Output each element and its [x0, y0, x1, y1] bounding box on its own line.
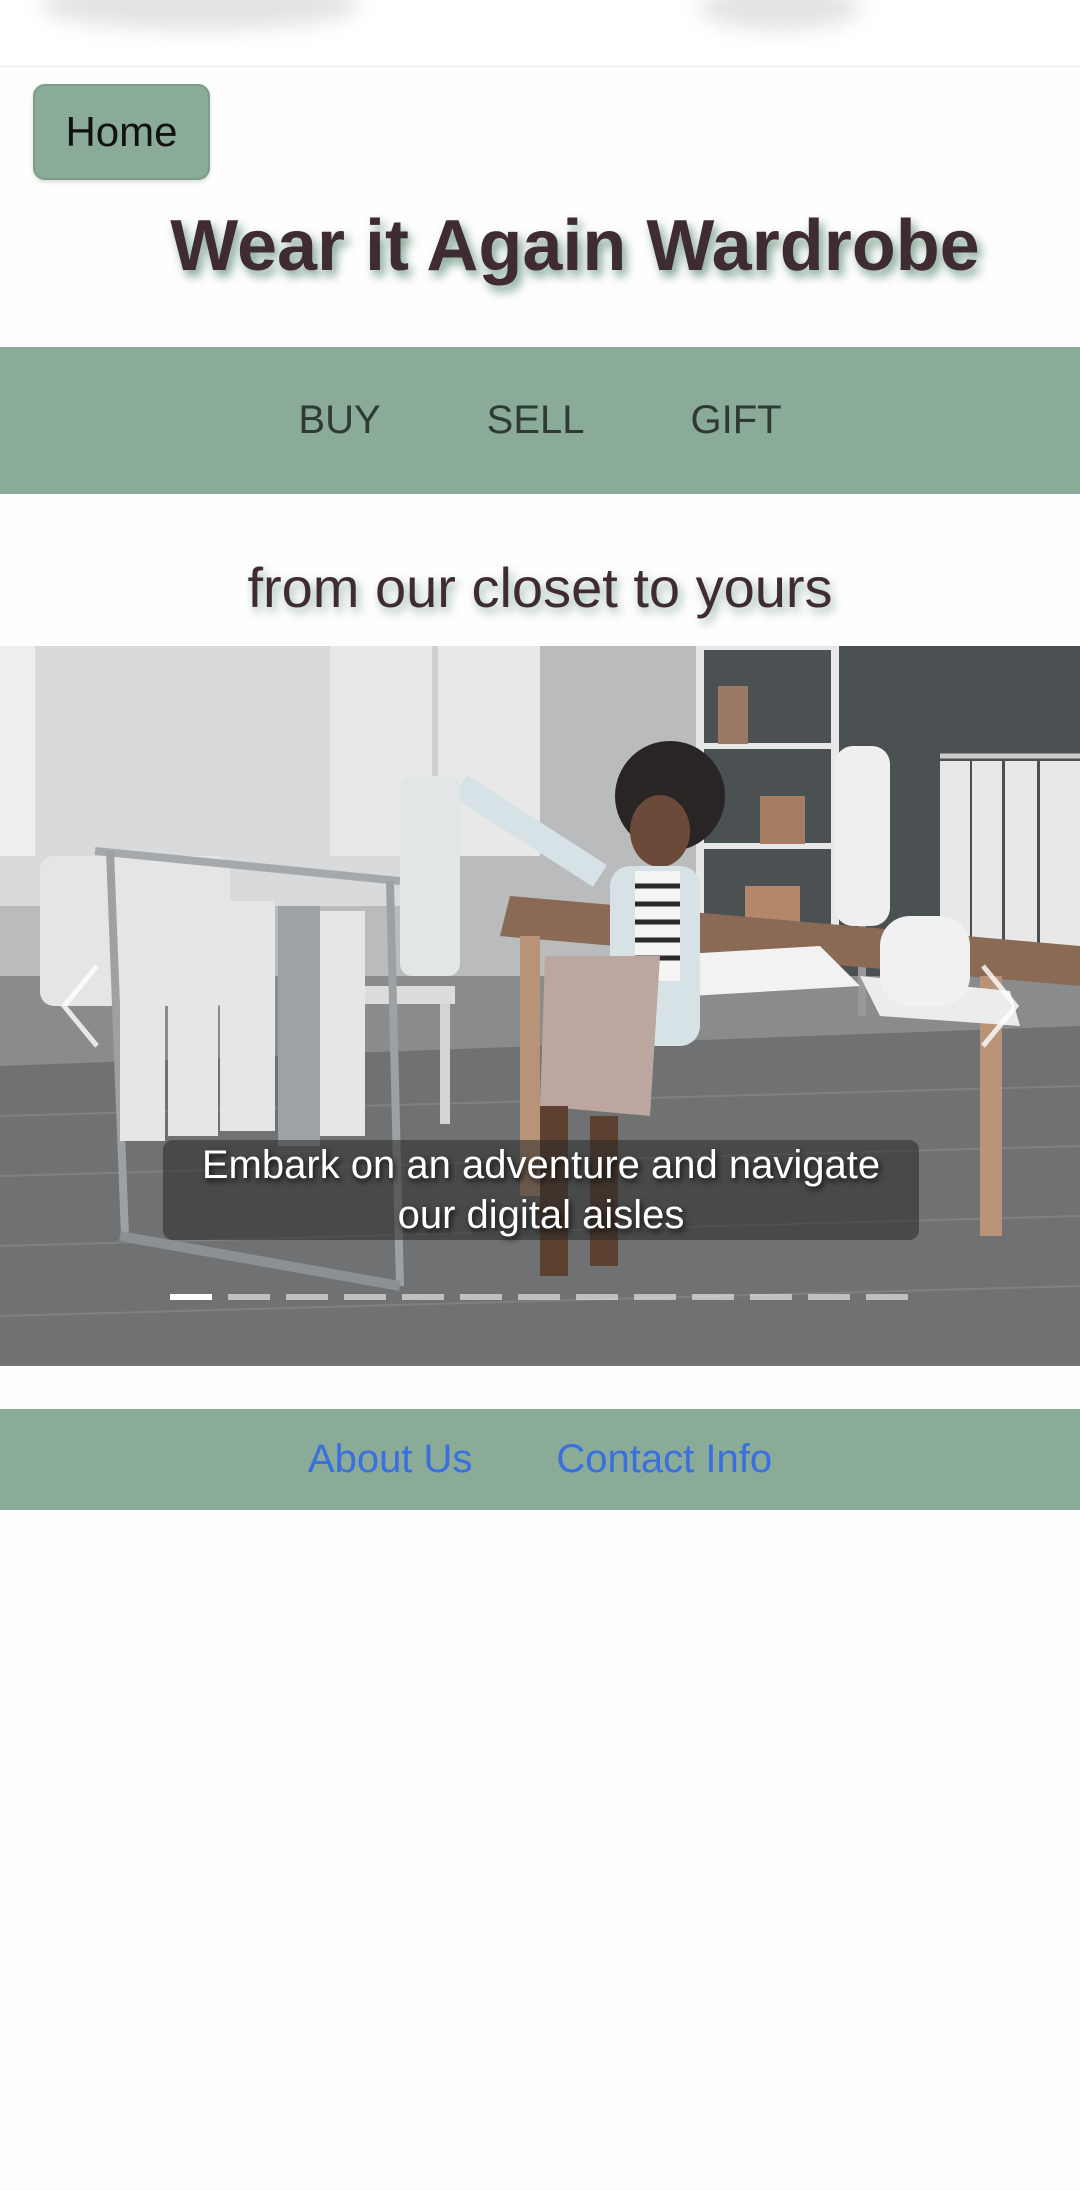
carousel-indicator[interactable] [228, 1294, 270, 1300]
caption-line-2: our digital aisles [397, 1193, 685, 1237]
caption-line-1: Embark on an adventure and navigate [201, 1143, 881, 1187]
carousel-prev-button[interactable] [52, 956, 112, 1056]
carousel-indicator[interactable] [402, 1294, 444, 1300]
about-us-link[interactable]: About Us [308, 1437, 473, 1482]
carousel-indicator[interactable] [808, 1294, 850, 1300]
nav-buy-link[interactable]: BUY [298, 398, 380, 443]
nav-gift-link[interactable]: GIFT [691, 398, 782, 443]
carousel-indicator[interactable] [750, 1294, 792, 1300]
home-button[interactable]: Home [33, 84, 210, 180]
carousel-indicator[interactable] [286, 1294, 328, 1300]
chevron-right-icon [981, 964, 1020, 1048]
chevron-left-icon [60, 964, 99, 1048]
carousel-indicator[interactable] [460, 1294, 502, 1300]
top-banner-strip [0, 0, 1080, 67]
carousel-indicator[interactable] [692, 1294, 734, 1300]
carousel-indicator[interactable] [344, 1294, 386, 1300]
carousel-indicator[interactable] [518, 1294, 560, 1300]
main-nav: BUY SELL GIFT [0, 347, 1080, 494]
carousel-slide-image [0, 646, 1080, 1366]
site-title: Wear it Again Wardrobe [170, 206, 980, 286]
carousel-indicator[interactable] [634, 1294, 676, 1300]
footer-bar: About Us Contact Info [0, 1409, 1080, 1510]
carousel-indicator[interactable] [866, 1294, 908, 1300]
carousel-indicators [170, 1294, 924, 1300]
carousel-indicator[interactable] [170, 1294, 212, 1300]
nav-sell-link[interactable]: SELL [487, 398, 585, 443]
carousel-caption: Embark on an adventure and navigate our … [163, 1140, 919, 1240]
hero-carousel: Embark on an adventure and navigate our … [0, 646, 1080, 1366]
carousel-next-button[interactable] [968, 956, 1028, 1056]
tagline: from our closet to yours [247, 556, 833, 619]
carousel-indicator[interactable] [576, 1294, 618, 1300]
contact-info-link[interactable]: Contact Info [556, 1437, 772, 1482]
